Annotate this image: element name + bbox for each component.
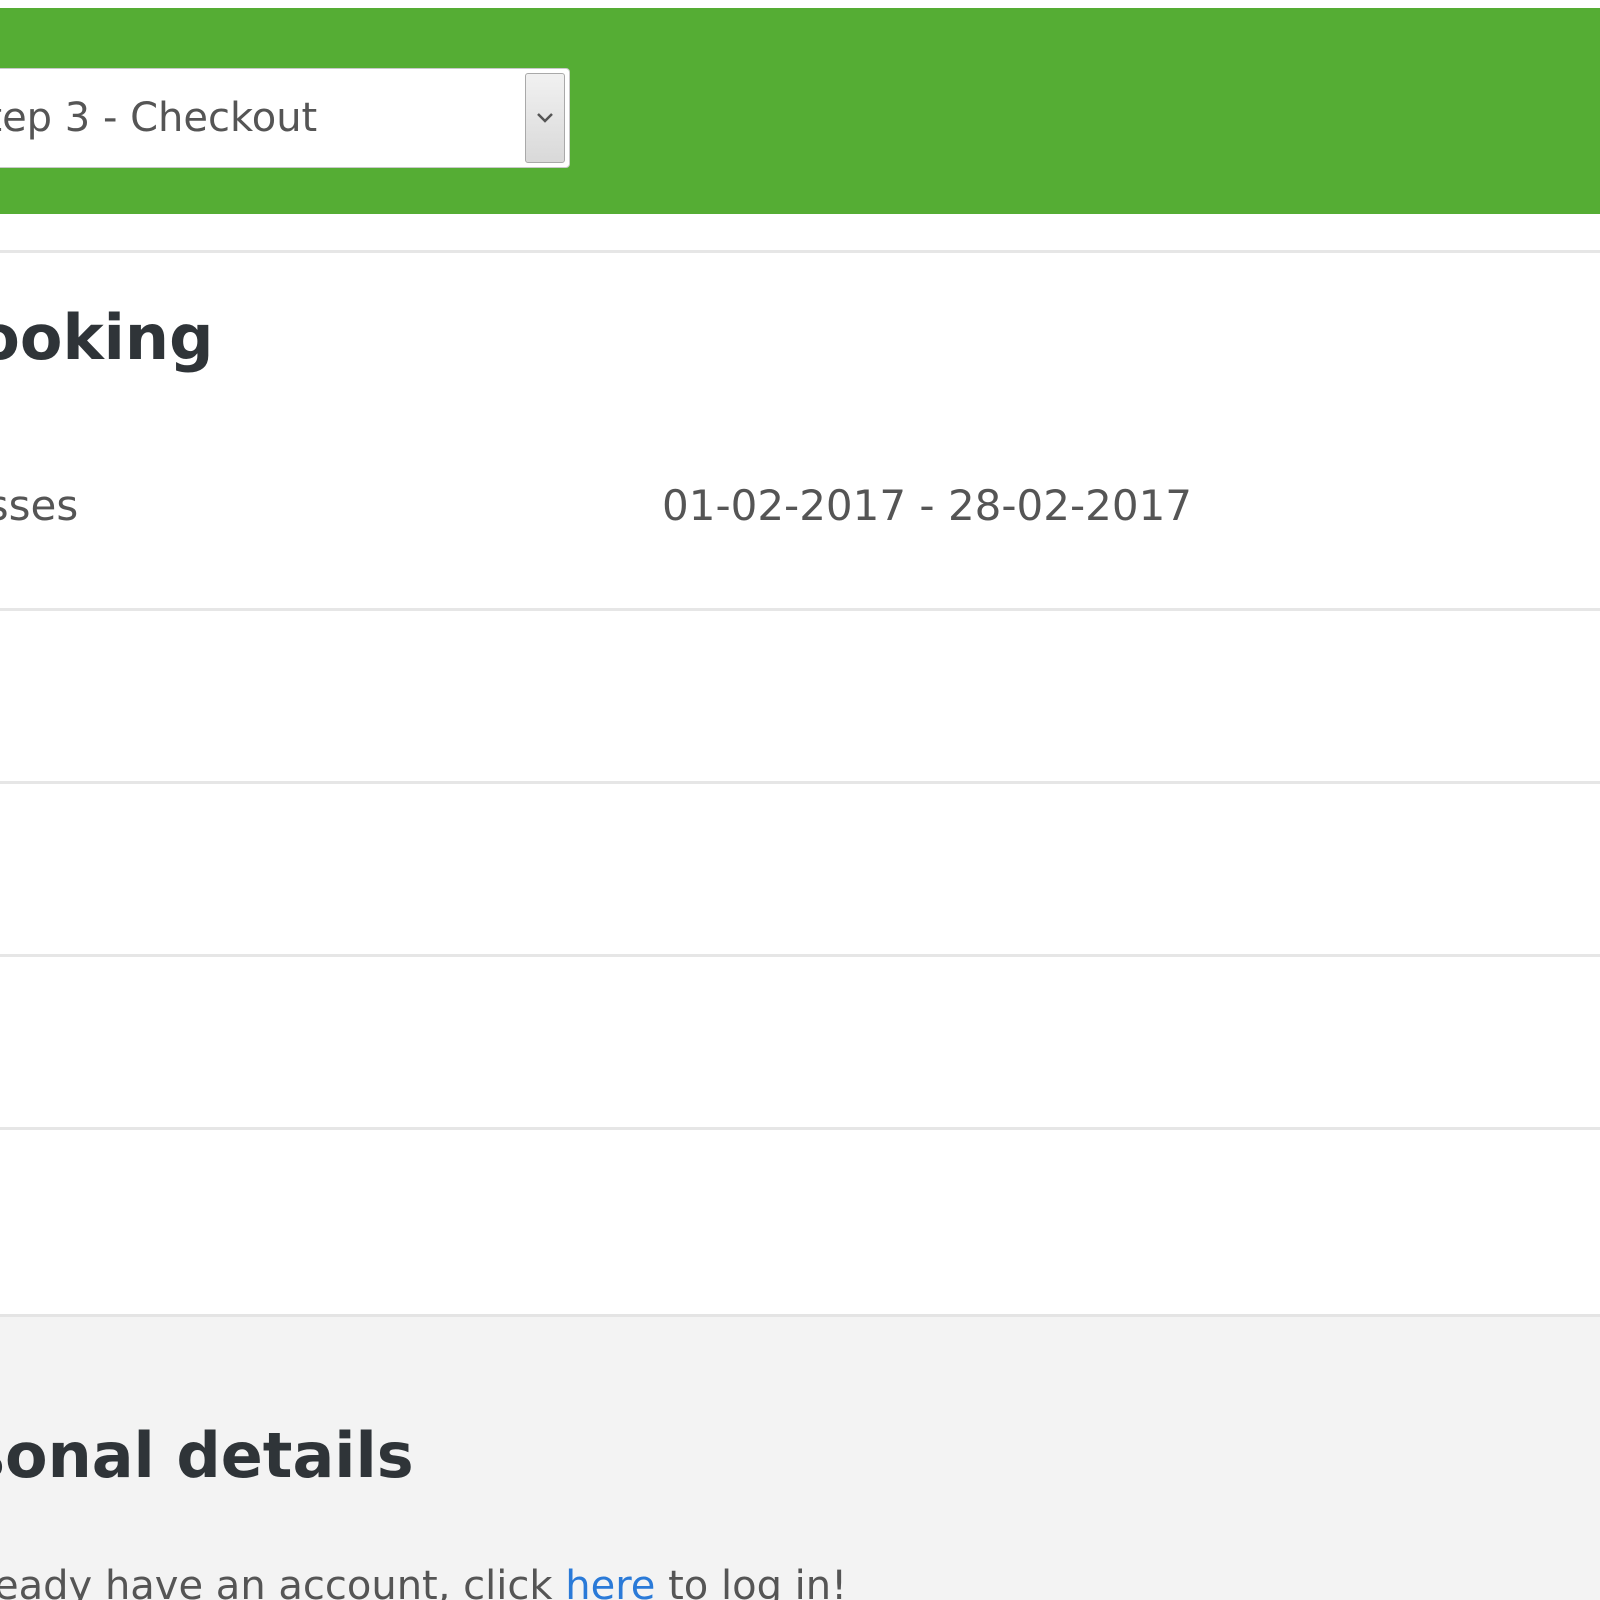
table-row-divider [0,608,1600,611]
table-row-divider [0,1127,1600,1130]
header-bar: Step 3 - Checkout [0,0,1600,214]
page: Step 3 - Checkout Booking Classes 01-02-… [0,0,1600,1600]
table-row-divider [0,781,1600,784]
chevron-down-icon[interactable] [525,73,565,163]
booking-row-label: Classes [0,481,79,530]
step-select-value: Step 3 - Checkout [0,95,318,141]
table-row-divider [0,954,1600,957]
divider [0,250,1600,253]
personal-details-title: Personal details [0,1419,414,1492]
login-link[interactable]: here [565,1563,655,1600]
login-prompt: Already have an account, click here to l… [0,1556,847,1600]
booking-title: Booking [0,301,214,374]
booking-row-value: 01-02-2017 - 28-02-2017 [662,481,1193,530]
login-prompt-prefix: Already have an account, click [0,1563,566,1600]
login-prompt-suffix: to log in! [655,1563,848,1600]
step-select[interactable]: Step 3 - Checkout [0,68,570,168]
